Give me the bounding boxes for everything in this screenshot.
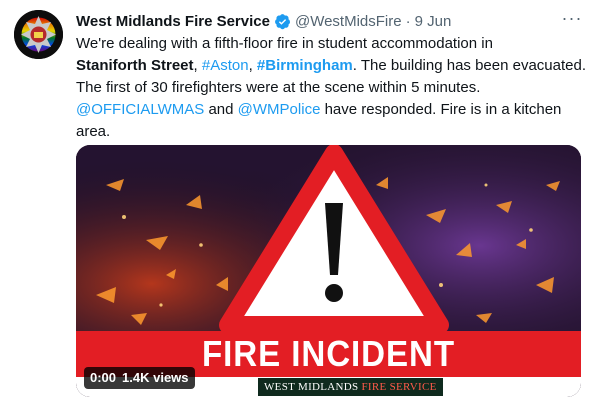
display-name[interactable]: West Midlands Fire Service <box>76 13 270 30</box>
video-time: 0:00 <box>90 370 117 385</box>
hashtag-aston[interactable]: #Aston <box>202 57 249 74</box>
separator-dot: · <box>405 12 411 30</box>
mention-wmpolice[interactable]: @WMPolice <box>238 101 321 118</box>
brand-text-red: FIRE SERVICE <box>361 381 437 393</box>
brand-logo: WEST MIDLANDS FIRE SERVICE <box>258 378 443 396</box>
tweet-text-part: , <box>193 57 202 74</box>
hashtag-birmingham[interactable]: #Birmingham <box>257 57 353 74</box>
video-status-badge: 0:00 1.4K views <box>84 367 195 389</box>
handle[interactable]: @WestMidsFire <box>295 13 402 30</box>
tweet-header: West Midlands Fire Service @WestMidsFire… <box>76 11 451 31</box>
tweet-text-part: We're dealing with a fifth-floor fire in… <box>76 35 493 52</box>
verified-badge-icon <box>275 13 291 29</box>
more-options-button[interactable]: ··· <box>560 8 584 31</box>
tweet-text-part: and <box>204 101 238 118</box>
video-player[interactable]: FIRE INCIDENT WEST MIDLANDS FIRE SERVICE… <box>76 145 581 397</box>
video-views: 1.4K views <box>122 370 189 385</box>
avatar[interactable] <box>14 10 63 59</box>
mention-officialwmas[interactable]: @OFFICIALWMAS <box>76 101 204 118</box>
banner-title: FIRE INCIDENT <box>201 333 455 374</box>
tweet-text: We're dealing with a fifth-floor fire in… <box>76 33 586 143</box>
tweet-date[interactable]: 9 Jun <box>415 13 452 30</box>
more-horizontal-icon: ··· <box>561 8 583 28</box>
brand-text: WEST MIDLANDS <box>264 381 362 393</box>
street-name: Staniforth Street <box>76 57 194 74</box>
tweet-text-part: , <box>248 57 257 74</box>
fire-service-crest-icon <box>14 10 63 59</box>
